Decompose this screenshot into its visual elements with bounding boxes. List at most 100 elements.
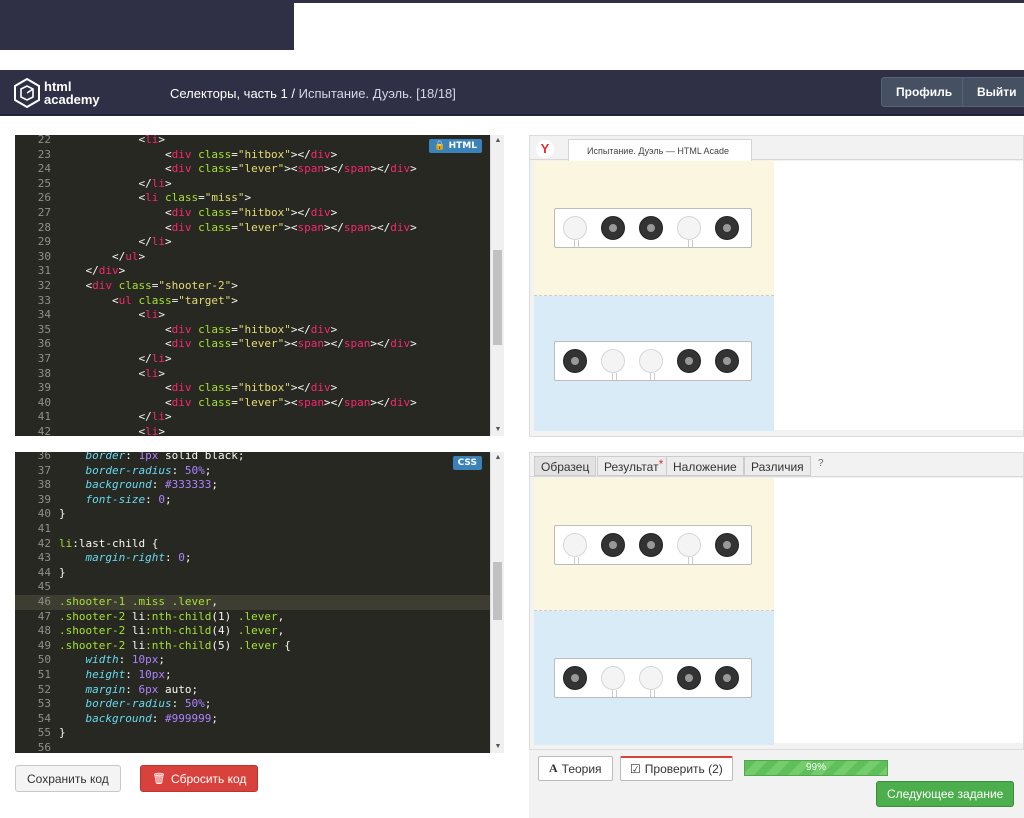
code-token: div [171,162,192,176]
tab-diff[interactable]: Различия [744,456,811,476]
code-token: .lever [237,624,278,638]
line-number: 47 [37,609,51,623]
code-token: > [410,337,417,351]
code-line[interactable]: <div class="hitbox"></div> [59,148,337,163]
code-token: < [164,322,172,336]
yandex-icon[interactable]: Y [536,140,554,158]
tab-result[interactable]: Результат* [597,456,671,476]
code-line[interactable]: <div class="hitbox"></div> [59,323,337,338]
line-number: 39 [37,492,51,506]
scroll-up-arrow-icon[interactable]: ▲ [491,452,504,464]
code-token: .shooter-2 [59,638,132,652]
comparison-preview: Образец Результат* Наложение Различия ? [529,452,1024,750]
code-line[interactable]: background: #999999; [59,712,218,727]
code-token: >< [284,220,298,234]
code-token: :last-child { [72,536,159,550]
code-line[interactable]: </li> [59,235,171,250]
scroll-thumb[interactable] [493,562,502,620]
code-token: : [125,682,139,696]
code-token: class [198,322,232,336]
css-editor-scrollbar[interactable]: ▲ ▼ [490,452,504,753]
code-line[interactable]: <div class="hitbox"></div> [59,381,337,396]
top-strip-line [294,0,1024,3]
code-token: = [231,337,238,351]
reset-code-button[interactable]: 🗑 Сбросить код [140,765,259,792]
code-line[interactable]: <ul class="target"> [59,294,238,309]
line-number: 53 [37,697,51,711]
css-editor[interactable]: 36 border: 1px solid black; 37 border-rad… [15,452,504,753]
html-editor-scrollbar[interactable]: ▲ ▼ [490,135,504,436]
code-token: span [343,395,371,409]
code-line[interactable]: li:last-child { [59,537,158,552]
code-token: "miss" [204,191,245,205]
code-line[interactable]: <div class="lever"><span></span></div> [59,221,417,236]
profile-button[interactable]: Профиль [881,77,968,107]
code-line[interactable]: border-radius: 50%; [59,464,212,479]
scroll-thumb[interactable] [493,250,502,345]
code-token: ul [118,293,132,307]
code-line[interactable]: background: #333333; [59,478,218,493]
code-line[interactable]: <div class="hitbox"></div> [59,206,337,221]
code-line[interactable]: } [59,726,66,741]
code-line[interactable]: </li> [59,177,171,192]
code-token: 0 [178,551,185,565]
code-line[interactable]: margin-right: 0; [59,551,192,566]
tab-sample[interactable]: Образец [534,456,597,476]
code-token: , [277,609,285,623]
code-line[interactable]: <li class="miss"> [59,191,251,206]
code-line[interactable]: font-size: 0; [59,493,172,508]
help-icon[interactable]: ? [818,458,824,469]
theory-button[interactable]: A Теория [538,756,613,781]
code-line[interactable]: .shooter-1 .miss .lever, [59,595,218,610]
line-number: 54 [37,711,51,725]
code-line[interactable]: <div class="lever"><span></span></div> [59,396,417,411]
code-line[interactable]: .shooter-2 li:nth-child(1) .lever, [59,610,284,625]
code-line[interactable]: <div class="lever"><span></span></div> [59,337,417,352]
code-token: < [164,381,172,395]
code-line[interactable]: border-radius: 50%; [59,697,212,712]
code-line[interactable]: <div class="shooter-2"> [59,279,238,294]
logout-button[interactable]: Выйти [962,77,1024,107]
code-line[interactable]: width: 10px; [59,653,166,668]
code-token: (1) [211,609,238,623]
check-button[interactable]: ☑ Проверить (2) [620,756,733,781]
breadcrumb-section[interactable]: Селекторы, часть 1 / [170,86,295,101]
code-line[interactable]: } [59,566,66,581]
code-line[interactable]: margin: 6px auto; [59,682,199,698]
code-line[interactable]: border: 1px solid black; [59,452,245,464]
code-line[interactable]: } [59,507,66,522]
code-line[interactable]: </li> [59,410,171,425]
scroll-up-arrow-icon[interactable]: ▲ [491,135,504,147]
theory-icon: A [549,761,558,775]
code-line[interactable]: <div class="lever"><span></span></div> [59,162,417,177]
code-line[interactable]: .shooter-2 li:nth-child(5) .lever { [59,639,291,654]
line-number: 41 [37,522,51,535]
code-line[interactable]: <li> [59,308,165,323]
code-line[interactable]: height: 10px; [59,668,172,683]
code-token: 0 [158,492,165,506]
code-line[interactable]: <li> [59,367,165,382]
code-line[interactable]: <li> [59,135,165,148]
line-number: 37 [37,352,51,365]
scroll-down-arrow-icon[interactable]: ▼ [491,741,504,753]
code-line[interactable]: .shooter-2 li:nth-child(4) .lever, [59,624,284,639]
logo[interactable]: html academy [14,76,100,110]
next-task-button[interactable]: Следующее задание [876,781,1015,807]
missed-target-icon [601,666,625,697]
code-line[interactable]: </ul> [59,250,145,265]
shooter-2-zone [534,611,774,745]
code-token: { [277,638,291,652]
code-line[interactable]: </div> [59,264,126,279]
html-editor[interactable]: 22 <li> 23 <div class="hitbox"></div> 24 <… [15,135,504,436]
code-token: ></ [323,220,344,234]
browser-tab[interactable]: Испытание. Дуэль — HTML Acade [568,139,752,161]
save-code-button[interactable]: Сохранить код [15,765,121,792]
code-token: ; [211,478,218,492]
code-token: >< [284,395,298,409]
tab-overlay[interactable]: Наложение [666,456,744,476]
code-line[interactable]: <li> [59,425,165,436]
scroll-down-arrow-icon[interactable]: ▼ [491,424,504,436]
line-number: 46 [37,595,51,608]
code-token: background [85,711,152,725]
code-line[interactable]: </li> [59,352,171,367]
